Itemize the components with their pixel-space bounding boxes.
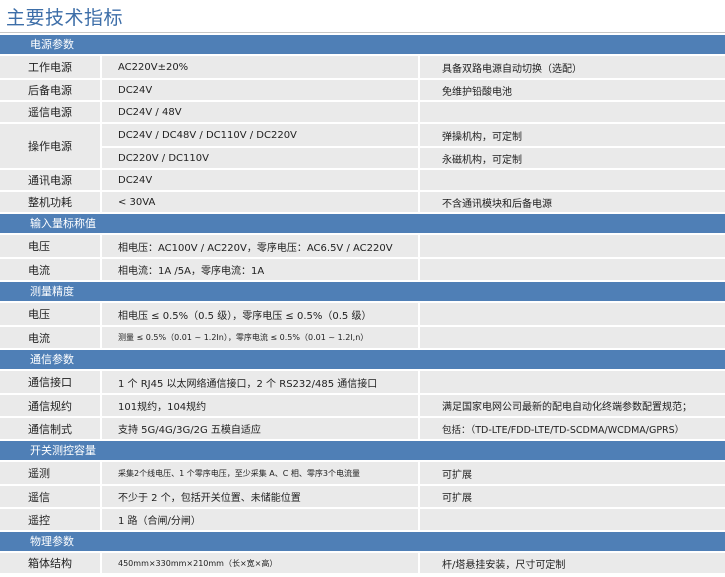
section-header-power: 电源参数 xyxy=(0,35,725,56)
row-label: 遥测 xyxy=(28,467,50,480)
row-value: 450mm×330mm×210mm（长×宽×高） xyxy=(118,558,278,568)
table-row: 通信制式 支持 5G/4G/3G/2G 五模自适应 包括：（TD-LTE/FDD… xyxy=(0,418,725,441)
table-row: 后备电源 DC24V 免维护铅酸电池 xyxy=(0,80,725,102)
row-value: < 30VA xyxy=(118,196,156,208)
row-value: 相电压：AC100V / AC220V，零序电压：AC6.5V / AC220V xyxy=(118,242,393,254)
table-row: 电流 相电流：1A /5A，零序电流：1A xyxy=(0,259,725,282)
row-label: 箱体结构 xyxy=(28,557,72,570)
row-note: 永磁机构，可定制 xyxy=(442,154,522,166)
table-row: 箱体结构 450mm×330mm×210mm（长×宽×高） 杆/塔悬挂安装，尺寸… xyxy=(0,553,725,575)
row-note: 免维护铅酸电池 xyxy=(442,86,512,98)
row-value: 1 路（合闸/分闸） xyxy=(118,516,201,527)
table-row: 遥信电源 DC24V / 48V xyxy=(0,102,725,124)
page-title: 主要技术指标 xyxy=(6,7,124,29)
row-value: 1 个 RJ45 以太网络通信接口，2 个 RS232/485 通信接口 xyxy=(118,378,378,390)
section-title: 电源参数 xyxy=(30,38,74,51)
row-value: 测量 ≤ 0.5%（0.01 ~ 1.2In），零序电流 ≤ 0.5%（0.01… xyxy=(118,333,369,342)
section-header-switch-capacity: 开关测控容量 xyxy=(0,441,725,462)
row-note: 不含通讯模块和后备电源 xyxy=(442,198,552,210)
row-note: 可扩展 xyxy=(442,493,472,504)
row-value: 101规约，104规约 xyxy=(118,402,207,413)
section-title: 开关测控容量 xyxy=(30,444,96,457)
row-value: 相电压 ≤ 0.5%（0.5 级），零序电压 ≤ 0.5%（0.5 级） xyxy=(118,310,372,322)
row-label: 电压 xyxy=(28,308,50,321)
row-value: DC24V xyxy=(118,84,153,96)
table-row: 操作电源 DC24V / DC48V / DC110V / DC220V DC2… xyxy=(0,124,725,170)
row-value: 不少于 2 个，包括开关位置、未储能位置 xyxy=(118,493,301,504)
row-label: 后备电源 xyxy=(28,84,72,97)
section-header-physical: 物理参数 xyxy=(0,532,725,553)
row-note: 杆/塔悬挂安装，尺寸可定制 xyxy=(442,559,566,571)
table-row: 遥测 采集2个线电压、1 个零序电压，至少采集 A、C 相、零序3个电流量 可扩… xyxy=(0,462,725,486)
section-title: 输入量标称值 xyxy=(30,217,96,230)
table-row: 电压 相电压：AC100V / AC220V，零序电压：AC6.5V / AC2… xyxy=(0,235,725,259)
row-value: AC220V±20% xyxy=(118,61,189,73)
table-row: 通信接口 1 个 RJ45 以太网络通信接口，2 个 RS232/485 通信接… xyxy=(0,371,725,395)
row-note: 包括：（TD-LTE/FDD-LTE/TD-SCDMA/WCDMA/GPRS） xyxy=(442,424,685,436)
row-label: 遥信电源 xyxy=(28,106,72,119)
row-label: 通信制式 xyxy=(28,422,72,436)
row-value: 采集2个线电压、1 个零序电压，至少采集 A、C 相、零序3个电流量 xyxy=(118,468,360,478)
section-title: 测量精度 xyxy=(30,285,74,298)
section-header-communication: 通信参数 xyxy=(0,350,725,371)
table-row: 通信规约 101规约，104规约 满足国家电网公司最新的配电自动化终端参数配置规… xyxy=(0,395,725,418)
row-label: 电流 xyxy=(28,263,50,277)
table-row: 工作电源 AC220V±20% 具备双路电源自动切换（选配） xyxy=(0,56,725,80)
row-value: 相电流：1A /5A，零序电流：1A xyxy=(118,266,265,277)
row-value: 支持 5G/4G/3G/2G 五模自适应 xyxy=(118,425,261,436)
section-header-nominal-input: 输入量标称值 xyxy=(0,214,725,235)
row-label: 通讯电源 xyxy=(28,174,72,187)
section-header-accuracy: 测量精度 xyxy=(0,282,725,303)
row-value: DC24V / DC48V / DC110V / DC220V xyxy=(118,129,297,141)
table-row: 电压 相电压 ≤ 0.5%（0.5 级），零序电压 ≤ 0.5%（0.5 级） xyxy=(0,303,725,327)
row-label: 通信规约 xyxy=(28,399,72,413)
row-label: 电流 xyxy=(28,331,50,345)
row-label: 整机功耗 xyxy=(28,196,72,209)
row-note: 具备双路电源自动切换（选配） xyxy=(442,63,582,75)
table-row: 整机功耗 < 30VA 不含通讯模块和后备电源 xyxy=(0,192,725,214)
table-row: 电流 测量 ≤ 0.5%（0.01 ~ 1.2In），零序电流 ≤ 0.5%（0… xyxy=(0,327,725,350)
row-label: 遥信 xyxy=(28,490,50,504)
table-row: 遥信 不少于 2 个，包括开关位置、未储能位置 可扩展 xyxy=(0,486,725,509)
row-label: 电压 xyxy=(28,240,50,253)
row-label: 工作电源 xyxy=(28,61,72,74)
row-value: DC24V xyxy=(118,174,153,186)
row-value: DC24V / 48V xyxy=(118,106,182,118)
table-row: 遥控 1 路（合闸/分闸） xyxy=(0,509,725,532)
section-title: 通信参数 xyxy=(30,353,74,366)
row-label: 遥控 xyxy=(28,513,50,527)
row-note: 满足国家电网公司最新的配电自动化终端参数配置规范； xyxy=(442,402,692,413)
row-note: 弹操机构，可定制 xyxy=(442,131,522,143)
row-note: 可扩展 xyxy=(442,469,472,481)
title-divider xyxy=(0,32,725,33)
section-title: 物理参数 xyxy=(30,535,74,548)
row-label: 操作电源 xyxy=(28,140,72,153)
spec-table: 电源参数 工作电源 AC220V±20% 具备双路电源自动切换（选配） 后备电源… xyxy=(0,35,725,575)
row-label: 通信接口 xyxy=(28,376,72,389)
table-row: 通讯电源 DC24V xyxy=(0,170,725,192)
row-value: DC220V / DC110V xyxy=(118,152,209,164)
